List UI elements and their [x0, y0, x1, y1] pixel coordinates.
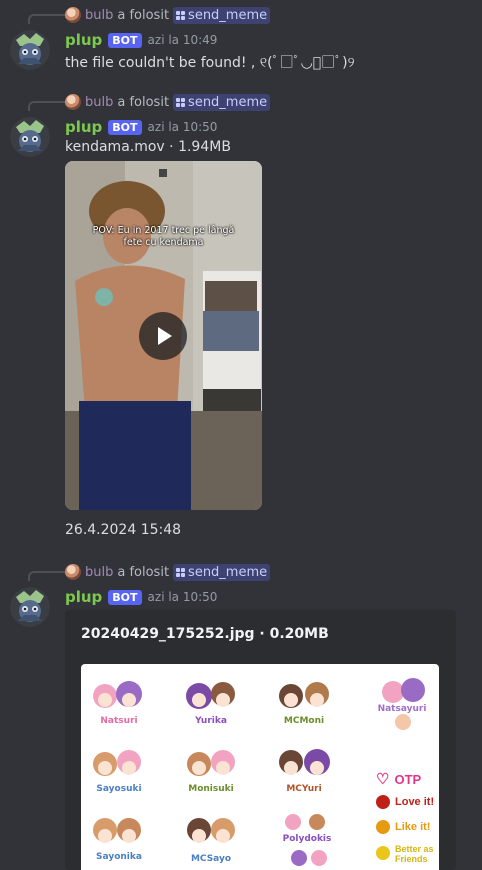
reply-preview[interactable]: bulb a folosit send_meme [65, 6, 271, 24]
reply-username[interactable]: bulb [85, 8, 113, 23]
reply-connector [28, 101, 66, 111]
bot-avatar[interactable] [10, 30, 50, 70]
reply-connector [28, 14, 66, 24]
sticker-label: Yurika [195, 716, 227, 726]
username[interactable]: plup [65, 118, 102, 136]
bot-badge: BOT [108, 119, 142, 135]
sticker-9: MCSayo [177, 810, 245, 870]
file-embed: 20240429_175252.jpg · 0.20MB Natsuri Yur… [65, 610, 456, 870]
reply-preview[interactable]: bulb a folosit send_meme [65, 563, 271, 581]
sticker-8: Sayonika [85, 810, 153, 870]
command-tag[interactable]: send_meme [173, 563, 271, 581]
sticker-label: Sayosuki [96, 784, 142, 794]
sticker-7: MCYuri [269, 744, 339, 798]
sticker-label: Sayonika [96, 852, 142, 862]
sticker-label: Polydokis [282, 834, 332, 844]
legend-label: Like it! [395, 821, 431, 833]
heart-icon: ♡ [376, 771, 390, 788]
message-header: plup BOT azi la 10:50 [65, 587, 217, 607]
command-icon [176, 10, 186, 20]
sticker-3: MCMoni [269, 676, 339, 730]
play-button[interactable] [139, 312, 187, 360]
sticker-2: Yurika [177, 676, 245, 730]
command-icon [176, 97, 186, 107]
command-tag[interactable]: send_meme [173, 6, 271, 24]
sticker-10: Polydokis [277, 808, 337, 870]
legend-like: Like it! [376, 820, 430, 834]
reply-username[interactable]: bulb [85, 565, 113, 580]
username[interactable]: plup [65, 31, 102, 49]
command-name: send_meme [188, 7, 268, 23]
sticker-4: Natsayuri [369, 674, 435, 734]
embed-image[interactable]: Natsuri Yurika MCMoni Natsayuri Sayosuki [81, 664, 439, 870]
legend-otp: ♡ OTP [376, 770, 421, 788]
red-dot-icon [376, 795, 390, 809]
message-header: plup BOT azi la 10:49 [65, 30, 217, 50]
video-caption-line-1: POV: Eu in 2017 trec pe lângă [92, 225, 235, 236]
command-tag[interactable]: send_meme [173, 93, 271, 111]
video-player[interactable]: POV: Eu in 2017 trec pe lângă fete cu ke… [65, 161, 262, 510]
timestamp[interactable]: azi la 10:50 [148, 590, 218, 604]
bot-avatar[interactable] [10, 117, 50, 157]
sticker-label: Natsayuri [377, 704, 427, 714]
bot-badge: BOT [108, 589, 142, 605]
legend-friends: Better as Friends [376, 844, 439, 864]
message-text: the file couldn't be found! , ୧(ﾟ□ﾟ◡ﾟ□ﾟ)… [65, 55, 355, 71]
legend-label: Better as Friends [395, 844, 434, 864]
reply-avatar[interactable] [65, 564, 81, 580]
legend-love: Love it! [376, 795, 434, 809]
sticker-1: Natsuri [85, 678, 153, 730]
sticker-5: Sayosuki [85, 744, 153, 798]
orange-dot-icon [376, 820, 390, 834]
message-header: plup BOT azi la 10:50 [65, 117, 217, 137]
sticker-label: Monisuki [188, 784, 234, 794]
timestamp[interactable]: azi la 10:49 [148, 33, 218, 47]
username[interactable]: plup [65, 588, 102, 606]
legend-label: Love it! [395, 796, 435, 808]
reply-verb: a folosit [117, 564, 170, 580]
sticker-6: Monisuki [177, 744, 245, 798]
command-name: send_meme [188, 94, 268, 110]
bot-avatar[interactable] [10, 587, 50, 627]
command-icon [176, 567, 186, 577]
sticker-label: MCMoni [283, 716, 325, 726]
attachment-filename[interactable]: kendama.mov · 1.94MB [65, 139, 231, 155]
video-caption-line-2: fete cu kendama [123, 237, 204, 248]
yellow-dot-icon [376, 846, 390, 860]
message-date: 26.4.2024 15:48 [65, 522, 182, 538]
reply-avatar[interactable] [65, 94, 81, 110]
reply-preview[interactable]: bulb a folosit send_meme [65, 93, 271, 111]
sticker-label: Natsuri [100, 716, 138, 726]
play-icon [158, 327, 172, 345]
timestamp[interactable]: azi la 10:50 [148, 120, 218, 134]
reply-avatar[interactable] [65, 7, 81, 23]
reply-verb: a folosit [117, 94, 170, 110]
command-name: send_meme [188, 564, 268, 580]
sticker-label: MCYuri [286, 784, 322, 794]
video-caption: POV: Eu in 2017 trec pe lângă fete cu ke… [65, 225, 262, 249]
reply-verb: a folosit [117, 7, 170, 23]
legend-label: OTP [394, 771, 422, 787]
reply-connector [28, 571, 66, 581]
bot-badge: BOT [108, 32, 142, 48]
reply-username[interactable]: bulb [85, 95, 113, 110]
embed-title[interactable]: 20240429_175252.jpg · 0.20MB [81, 626, 329, 642]
